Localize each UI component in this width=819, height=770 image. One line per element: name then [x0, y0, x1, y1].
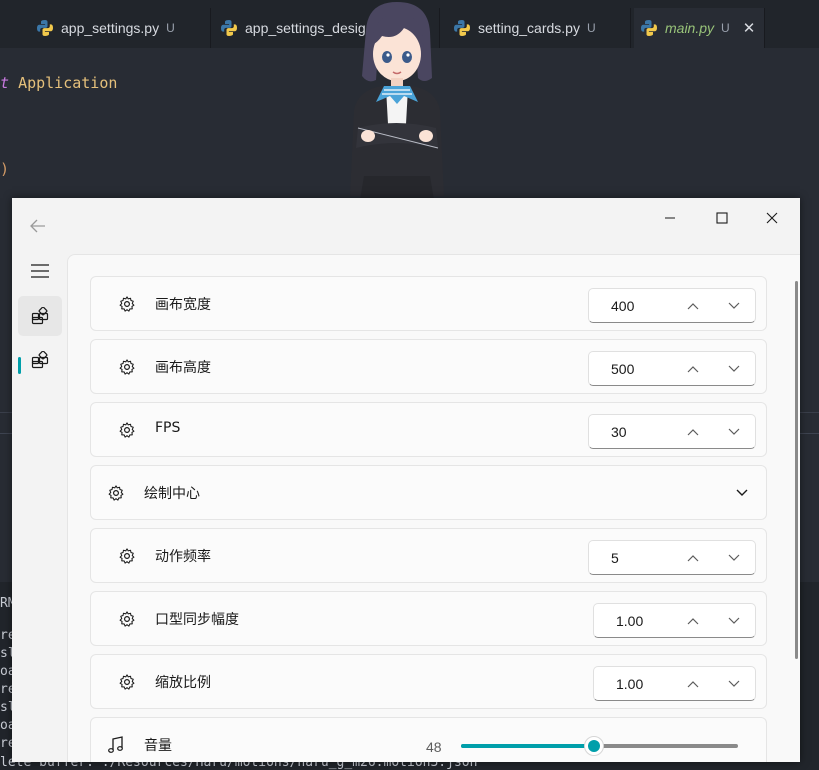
screen: app_settings.py U app_settings_design.py… — [0, 0, 819, 770]
setting-label: 画布高度 — [155, 360, 211, 376]
back-button[interactable] — [26, 214, 50, 238]
editor-tab-active[interactable]: main.py U ✕ — [634, 8, 765, 48]
setting-card-canvas-width: 画布宽度 400 — [90, 276, 767, 331]
spinbox-value: 500 — [611, 361, 635, 377]
setting-card-canvas-height: 画布高度 500 — [90, 339, 767, 394]
chevron-down-icon[interactable] — [734, 485, 750, 501]
setting-label: 动作频率 — [155, 549, 211, 565]
code-paren: ) — [0, 160, 10, 178]
editor-tab-label: setting_cards.py — [478, 20, 580, 36]
spinbox[interactable]: 30 — [588, 414, 756, 449]
chevron-up-icon[interactable] — [679, 295, 707, 317]
spinbox[interactable]: 500 — [588, 351, 756, 386]
settings-window: 画布宽度 400 画布高度 500 FPS 30 绘制中心 动作频率 5 口型同… — [12, 198, 800, 762]
menu-button[interactable] — [18, 251, 62, 291]
editor-tab-label: main.py — [665, 20, 715, 36]
apps-icon — [31, 351, 49, 369]
apps-icon — [31, 307, 49, 325]
music-note-icon — [106, 735, 126, 755]
chevron-down-icon[interactable] — [720, 673, 748, 695]
setting-label: 画布宽度 — [155, 297, 211, 313]
spinbox[interactable]: 1.00 — [593, 666, 756, 701]
gear-icon — [106, 483, 126, 503]
spinbox-value: 30 — [611, 424, 627, 440]
back-arrow-icon — [30, 219, 45, 233]
chevron-up-icon[interactable] — [679, 610, 707, 632]
chevron-down-icon[interactable] — [720, 610, 748, 632]
spinbox-value: 5 — [611, 550, 619, 566]
spinbox[interactable]: 1.00 — [593, 603, 756, 638]
spinbox-value: 1.00 — [616, 613, 644, 629]
spinbox-value: 1.00 — [616, 676, 644, 692]
chevron-up-icon[interactable] — [679, 421, 707, 443]
setting-card-volume: 音量 48 — [90, 717, 767, 762]
gear-icon — [117, 609, 137, 629]
close-icon — [766, 212, 778, 224]
minimize-button[interactable] — [648, 204, 692, 232]
navigation-sidebar — [12, 250, 68, 762]
anime-mascot-image — [350, 2, 444, 200]
minimize-icon — [665, 217, 675, 219]
close-button[interactable] — [750, 204, 794, 232]
setting-card-draw-center[interactable]: 绘制中心 — [90, 465, 767, 520]
python-icon — [37, 20, 53, 36]
chevron-down-icon[interactable] — [720, 358, 748, 380]
slider-thumb[interactable] — [584, 736, 604, 756]
code-class-name: Application — [18, 74, 118, 92]
spinbox-value: 400 — [611, 298, 635, 314]
chevron-down-icon[interactable] — [720, 547, 748, 569]
maximize-button[interactable] — [700, 204, 744, 232]
nav-item-settings[interactable] — [18, 296, 62, 336]
gear-icon — [117, 357, 137, 377]
chevron-up-icon[interactable] — [679, 358, 707, 380]
volume-value: 48 — [426, 739, 442, 755]
editor-tab[interactable]: setting_cards.py U — [447, 8, 631, 48]
gear-icon — [117, 420, 137, 440]
gear-icon — [117, 672, 137, 692]
setting-label: 缩放比例 — [155, 675, 211, 691]
code-line: t Application — [0, 74, 117, 92]
gear-icon — [117, 294, 137, 314]
scrollbar[interactable] — [795, 281, 798, 659]
chevron-up-icon[interactable] — [679, 673, 707, 695]
editor-tab-status: U — [166, 21, 175, 35]
close-icon[interactable]: ✕ — [743, 19, 756, 37]
spinbox[interactable]: 400 — [588, 288, 756, 323]
title-bar — [12, 198, 800, 250]
setting-card-fps: FPS 30 — [90, 402, 767, 457]
setting-label: 口型同步幅度 — [155, 612, 239, 628]
editor-tab-status: U — [721, 21, 730, 35]
gear-icon — [117, 546, 137, 566]
setting-label: FPS — [155, 420, 181, 436]
python-icon — [641, 20, 657, 36]
spinbox[interactable]: 5 — [588, 540, 756, 575]
hamburger-menu-icon — [31, 264, 49, 278]
setting-card-scale: 缩放比例 1.00 — [90, 654, 767, 709]
slider-fill — [461, 744, 594, 748]
python-icon — [221, 20, 237, 36]
setting-card-lip-sync: 口型同步幅度 1.00 — [90, 591, 767, 646]
chevron-up-icon[interactable] — [679, 547, 707, 569]
volume-slider[interactable] — [461, 736, 738, 756]
maximize-icon — [716, 212, 728, 224]
editor-tab[interactable]: app_settings.py U — [30, 8, 211, 48]
editor-tab-label: app_settings.py — [61, 20, 160, 36]
chevron-down-icon[interactable] — [720, 421, 748, 443]
setting-card-motion-frequency: 动作频率 5 — [90, 528, 767, 583]
editor-tab-status: U — [586, 21, 596, 35]
code-keyword: t — [0, 74, 10, 92]
chevron-down-icon[interactable] — [720, 295, 748, 317]
settings-content: 画布宽度 400 画布高度 500 FPS 30 绘制中心 动作频率 5 口型同… — [67, 254, 800, 762]
nav-item-apps[interactable] — [18, 340, 62, 380]
setting-label: 音量 — [144, 738, 172, 754]
setting-label: 绘制中心 — [144, 486, 200, 502]
